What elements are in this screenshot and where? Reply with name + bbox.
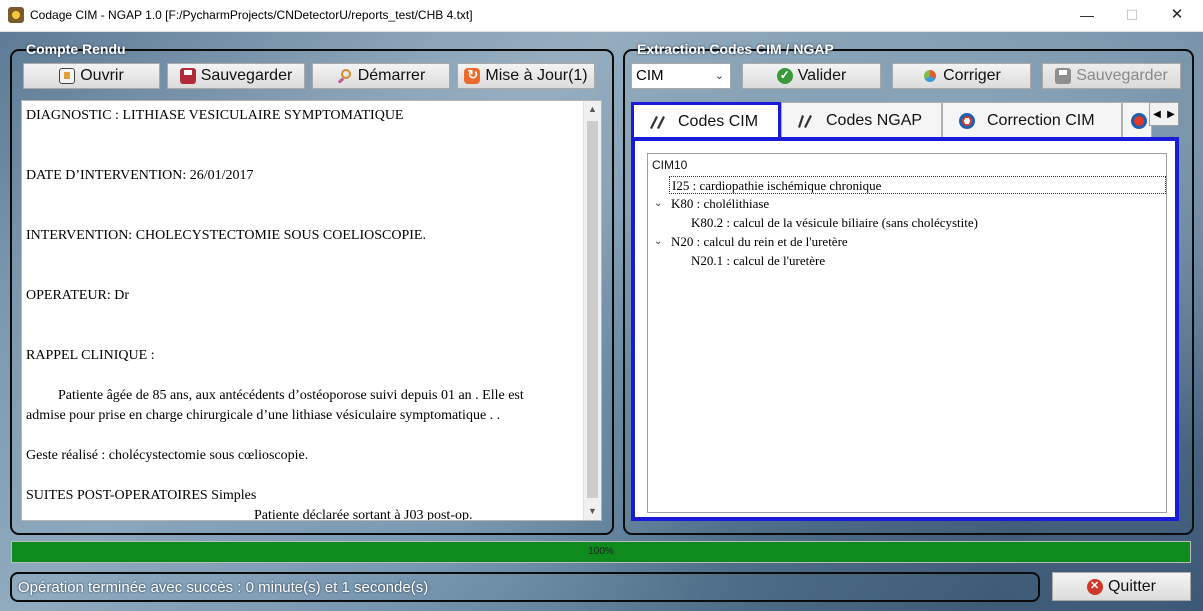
tab-correction-cim[interactable]: Correction CIM	[942, 102, 1122, 138]
start-button[interactable]: Démarrer	[312, 63, 450, 89]
tab-codes-ngap-label: Codes NGAP	[826, 111, 923, 129]
progress-label: 100%	[588, 546, 614, 557]
report-line: OPERATEUR: Dr	[26, 288, 130, 303]
scroll-thumb[interactable]	[587, 121, 598, 498]
plus-circle-icon	[957, 112, 977, 129]
floppy-disk-icon	[179, 68, 196, 84]
maximize-button[interactable]: ☐	[1112, 3, 1152, 27]
report-line: INTERVENTION: CHOLECYSTECTOMIE SOUS COEL…	[26, 228, 426, 243]
start-button-label: Démarrer	[357, 67, 426, 84]
extraction-group-title: Extraction Codes CIM / NGAP	[637, 41, 834, 57]
report-group-title: Compte Rendu	[26, 41, 126, 57]
scroll-up-icon[interactable]: ▲	[584, 101, 601, 118]
tree-item-label: K80 : cholélithiase	[671, 196, 770, 211]
codes-cim-panel: CIM10 I25 : cardiopathie ischémique chro…	[631, 137, 1179, 521]
report-line: admise pour prise en charge chirurgicale…	[26, 408, 501, 423]
title-bar: Codage CIM - NGAP 1.0 [F:/PycharmProject…	[0, 0, 1203, 32]
report-line: DATE D’INTERVENTION: 26/01/2017	[26, 168, 254, 183]
tree-header: CIM10	[652, 158, 688, 172]
tree-item[interactable]: K80 : cholélithiase	[671, 195, 769, 213]
chevron-down-icon[interactable]: ⌄	[654, 236, 662, 247]
open-button[interactable]: Ouvrir	[23, 63, 160, 89]
tab-codes-cim[interactable]: Codes CIM	[631, 102, 781, 138]
progress-bar: 100%	[11, 541, 1191, 563]
open-file-icon	[59, 68, 76, 84]
close-circle-icon	[1086, 578, 1103, 595]
quit-button[interactable]: Quitter	[1052, 572, 1191, 601]
code-tabs: Codes CIM Codes NGAP Correction CIM ◀ ▶	[631, 102, 1179, 138]
report-text-area[interactable]: DIAGNOSTIC : LITHIASE VESICULAIRE SYMPTO…	[21, 100, 602, 521]
codes-cim-icon	[648, 114, 668, 130]
correct-button-label: Corriger	[943, 67, 1001, 84]
update-button-label: Mise à Jour(1)	[485, 67, 588, 84]
tree-item[interactable]: N20 : calcul du rein et de l'uretère	[671, 233, 848, 251]
tab-scroll-buttons[interactable]: ◀ ▶	[1149, 102, 1179, 126]
validate-button-label: Valider	[797, 67, 847, 84]
close-window-button[interactable]: ✕	[1157, 3, 1197, 27]
color-wheel-icon	[922, 68, 938, 84]
tree-item-label: K80.2 : calcul de la vésicule biliaire (…	[691, 215, 978, 230]
report-line: Patiente âgée de 85 ans, aux antécédents…	[58, 388, 524, 403]
tree-item-label: I25 : cardiopathie ischémique chronique	[672, 178, 882, 193]
tab-overflow[interactable]	[1122, 102, 1152, 138]
magnifier-icon	[337, 68, 353, 84]
report-scrollbar[interactable]: ▲ ▼	[583, 101, 601, 520]
report-line: Patiente déclarée sortant à J03 post-op.	[254, 508, 473, 521]
floppy-disk-icon	[1055, 68, 1072, 84]
open-button-label: Ouvrir	[80, 67, 124, 84]
chevron-down-icon[interactable]: ⌄	[654, 198, 662, 209]
quit-button-label: Quitter	[1107, 577, 1156, 595]
tree-item-label: N20 : calcul du rein et de l'uretère	[671, 234, 848, 249]
save-codes-button[interactable]: Sauvegarder	[1042, 63, 1181, 89]
check-icon	[776, 68, 793, 84]
tree-item[interactable]: I25 : cardiopathie ischémique chronique	[669, 176, 1166, 194]
plus-circle-icon	[1129, 112, 1149, 129]
tab-codes-cim-label: Codes CIM	[678, 112, 759, 130]
chevron-down-icon: ⌄	[714, 70, 724, 82]
code-type-value: CIM	[636, 67, 664, 84]
correct-button[interactable]: Corriger	[892, 63, 1031, 89]
status-message: Opération terminée avec succès : 0 minut…	[18, 579, 429, 596]
report-line: DIAGNOSTIC : LITHIASE VESICULAIRE SYMPTO…	[26, 108, 404, 123]
save-report-button[interactable]: Sauvegarder	[167, 63, 305, 89]
report-line: SUITES POST-OPERATOIRES Simples	[26, 488, 257, 503]
refresh-icon	[464, 67, 481, 84]
window-title: Codage CIM - NGAP 1.0 [F:/PycharmProject…	[30, 8, 473, 22]
save-report-button-label: Sauvegarder	[200, 67, 293, 84]
report-line: Geste réalisé : cholécystectomie sous cœ…	[26, 448, 309, 463]
save-codes-button-label: Sauvegarder	[1076, 67, 1168, 84]
update-button[interactable]: Mise à Jour(1)	[457, 63, 595, 89]
codes-ngap-icon	[796, 113, 816, 129]
minimize-button[interactable]: —	[1067, 3, 1107, 27]
chevron-left-icon[interactable]: ◀	[1153, 109, 1161, 120]
tree-item[interactable]: N20.1 : calcul de l'uretère	[691, 252, 825, 270]
tree-item[interactable]: K80.2 : calcul de la vésicule biliaire (…	[691, 214, 978, 232]
chevron-right-icon[interactable]: ▶	[1167, 109, 1175, 120]
code-type-select[interactable]: CIM ⌄	[631, 63, 731, 89]
cim-code-tree[interactable]: CIM10 I25 : cardiopathie ischémique chro…	[647, 153, 1167, 513]
status-bar: Opération terminée avec succès : 0 minut…	[10, 572, 1040, 602]
report-line: RAPPEL CLINIQUE :	[26, 348, 155, 363]
validate-button[interactable]: Valider	[742, 63, 881, 89]
app-icon	[8, 7, 24, 23]
tab-correction-cim-label: Correction CIM	[987, 111, 1095, 129]
scroll-down-icon[interactable]: ▼	[584, 503, 601, 520]
tab-codes-ngap[interactable]: Codes NGAP	[781, 102, 942, 138]
tree-item-label: N20.1 : calcul de l'uretère	[691, 253, 826, 268]
